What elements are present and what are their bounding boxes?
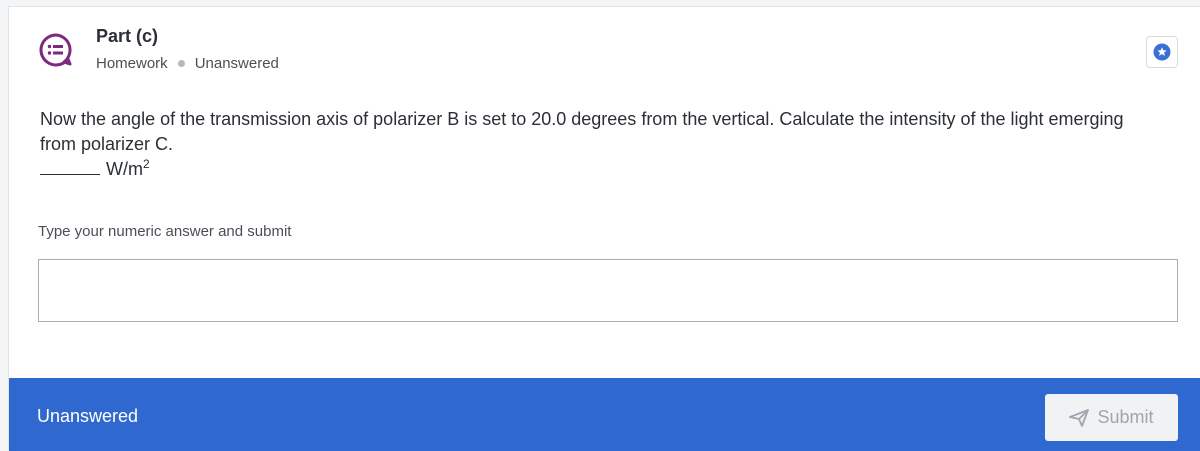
category-label: Homework <box>96 55 168 72</box>
answer-blank <box>40 157 100 175</box>
bookmark-button[interactable] <box>1146 36 1178 68</box>
send-icon <box>1069 408 1090 427</box>
answer-unit-line: W/m2 <box>40 157 1160 182</box>
unit-base: W/m <box>106 159 143 179</box>
status-label: Unanswered <box>194 55 279 72</box>
numeric-answer-input[interactable] <box>38 259 1178 322</box>
footer-status: Unanswered <box>37 406 139 426</box>
footer-bar: Unanswered Submit <box>9 378 1200 451</box>
separator-dot <box>177 60 185 67</box>
question-card: Part (c) Homework Unanswered Now the ang… <box>8 6 1200 451</box>
unit-exponent: 2 <box>143 157 150 171</box>
question-text: Now the angle of the transmission axis o… <box>40 109 1124 154</box>
submit-label: Submit <box>1097 407 1154 427</box>
answer-prompt: Type your numeric answer and submit <box>38 223 292 240</box>
part-title: Part (c) <box>96 26 159 46</box>
question-meta: Homework Unanswered <box>96 55 279 72</box>
star-badge-icon <box>1153 43 1171 61</box>
question-text-block: Now the angle of the transmission axis o… <box>40 107 1160 182</box>
chat-list-icon <box>39 33 73 67</box>
submit-button[interactable]: Submit <box>1045 394 1178 441</box>
